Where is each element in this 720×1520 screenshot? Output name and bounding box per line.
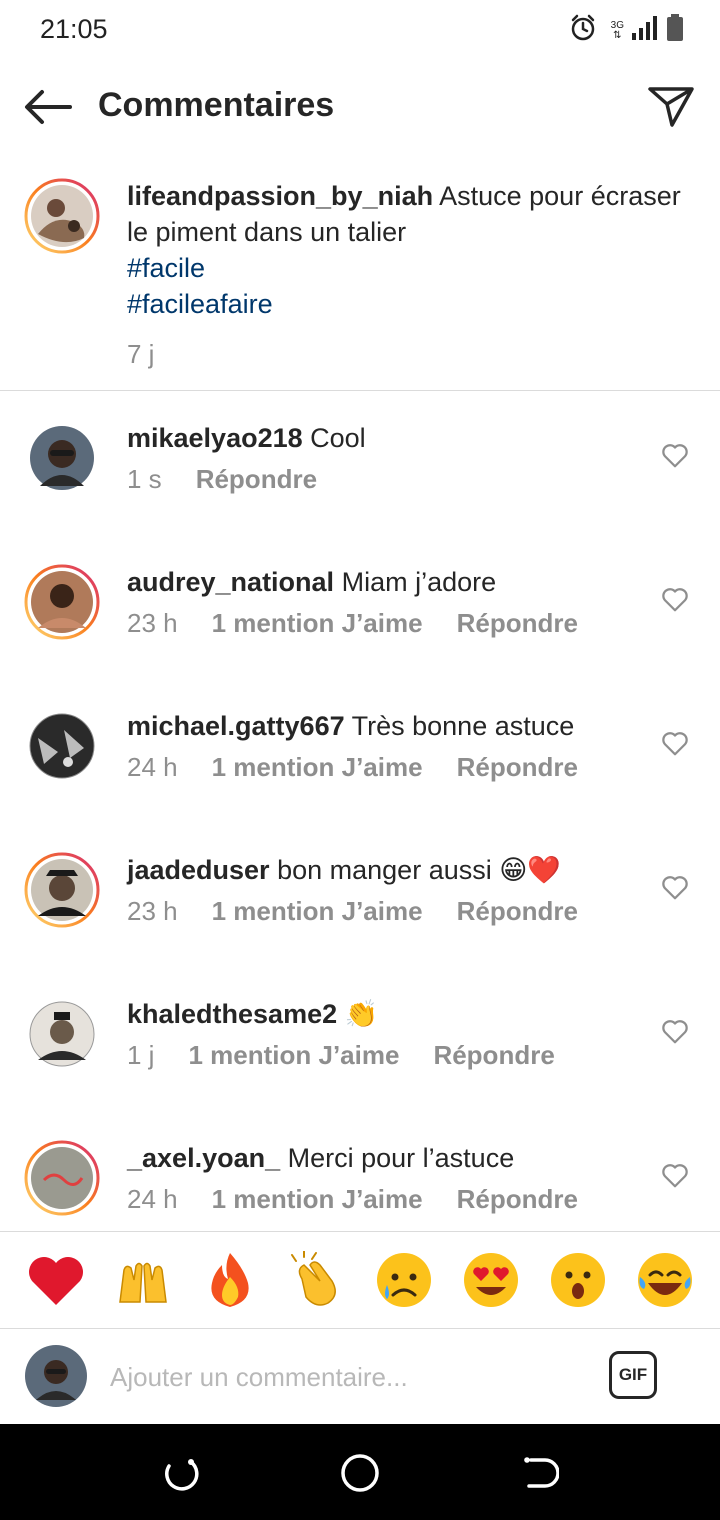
comment-time: 1 s (127, 464, 162, 494)
avatar[interactable] (24, 852, 100, 928)
tears-of-joy-emoji-button[interactable] (635, 1250, 695, 1310)
reply-button[interactable]: Répondre (196, 464, 317, 495)
reaction-bar (0, 1232, 720, 1328)
comment-meta: 23 h 1 mention J’aime Répondre (127, 608, 578, 639)
likes-count[interactable]: 1 mention J’aime (212, 608, 423, 639)
comment-item: audrey_national Miam j’adore 23 h 1 ment… (0, 564, 720, 708)
send-icon[interactable] (646, 82, 696, 132)
comment-body: 👏 (344, 999, 379, 1029)
avatar (24, 1344, 88, 1408)
comment-time: 1 j (127, 1040, 155, 1070)
comment-body: Très bonne astuce (351, 711, 575, 741)
header: Commentaires (0, 62, 720, 152)
network-label: 3G (610, 19, 624, 31)
surprised-face-emoji-button[interactable] (548, 1250, 608, 1310)
alarm-icon (569, 14, 597, 47)
comment-username[interactable]: mikaelyao218 (127, 423, 303, 453)
comment-body: Miam j’adore (341, 567, 497, 597)
comment-body: Merci pour l’astuce (287, 1143, 515, 1173)
likes-count[interactable]: 1 mention J’aime (188, 1040, 399, 1071)
comment-username[interactable]: jaadeduser (127, 855, 270, 885)
comment-text: mikaelyao218 Cool (127, 420, 366, 456)
comment-item: jaadeduser bon manger aussi 😁❤️ 23 h 1 m… (0, 852, 720, 996)
avatar[interactable] (24, 564, 100, 640)
comment-username[interactable]: khaledthesame2 (127, 999, 337, 1029)
status-icons: 3G ⇅ (569, 14, 684, 47)
caption-body: lifeandpassion_by_niah Astuce pour écras… (127, 178, 687, 372)
comment-text: michael.gatty667 Très bonne astuce (127, 708, 574, 744)
heart-icon[interactable] (660, 1016, 690, 1046)
avatar[interactable] (24, 420, 100, 496)
comment-time: 23 h (127, 608, 178, 638)
caption-username[interactable]: lifeandpassion_by_niah (127, 181, 433, 211)
comment-username[interactable]: audrey_national (127, 567, 334, 597)
gif-button[interactable]: GIF (609, 1351, 657, 1399)
comment-time: 24 h (127, 1184, 178, 1214)
heart-eyes-emoji-button[interactable] (461, 1250, 521, 1310)
signal-icon (632, 15, 658, 46)
heart-icon[interactable] (660, 584, 690, 614)
reply-button[interactable]: Répondre (457, 608, 578, 639)
likes-count[interactable]: 1 mention J’aime (212, 896, 423, 927)
comment-meta: 1 j 1 mention J’aime Répondre (127, 1040, 555, 1071)
heart-icon[interactable] (660, 872, 690, 902)
comment-username[interactable]: _axel.yoan_ (127, 1143, 280, 1173)
hashtag[interactable]: #facileafaire (127, 286, 687, 322)
comment-list: mikaelyao218 Cool 1 s Répondre audrey_na… (0, 391, 720, 1231)
comment-body: Cool (310, 423, 366, 453)
comment-item: mikaelyao218 Cool 1 s Répondre (0, 420, 720, 564)
comment-time: 23 h (127, 896, 178, 926)
comment-meta: 1 s Répondre (127, 464, 317, 495)
avatar[interactable] (24, 1140, 100, 1216)
comment-time: 24 h (127, 752, 178, 782)
fire-emoji-button[interactable] (200, 1250, 260, 1310)
reply-button[interactable]: Répondre (457, 752, 578, 783)
comment-meta: 24 h 1 mention J’aime Répondre (127, 1184, 578, 1215)
home-icon[interactable] (337, 1450, 383, 1496)
comment-composer: GIF (0, 1329, 720, 1424)
status-time: 21:05 (40, 14, 108, 44)
comment-text: khaledthesame2 👏 (127, 996, 378, 1032)
hashtag[interactable]: #facile (127, 250, 687, 286)
avatar[interactable] (24, 178, 100, 254)
comment-text: audrey_national Miam j’adore (127, 564, 496, 600)
caption-time: 7 j (127, 339, 155, 369)
recent-apps-icon[interactable] (157, 1450, 203, 1496)
status-bar: 21:05 3G ⇅ (0, 0, 720, 62)
back-arrow-icon[interactable] (22, 84, 74, 130)
post-caption: lifeandpassion_by_niah Astuce pour écras… (0, 178, 720, 390)
page-title: Commentaires (98, 86, 335, 124)
comment-input[interactable] (110, 1357, 580, 1397)
reply-button[interactable]: Répondre (433, 1040, 554, 1071)
reply-button[interactable]: Répondre (457, 896, 578, 927)
system-nav-bar (0, 1424, 720, 1520)
raising-hands-emoji-button[interactable] (113, 1250, 173, 1310)
red-heart-emoji-button[interactable] (26, 1250, 86, 1310)
comment-body: bon manger aussi 😁❤️ (277, 855, 561, 885)
battery-icon (666, 14, 684, 47)
heart-icon[interactable] (660, 1160, 690, 1190)
avatar[interactable] (24, 996, 100, 1072)
comment-text: jaadeduser bon manger aussi 😁❤️ (127, 852, 561, 888)
reply-button[interactable]: Répondre (457, 1184, 578, 1215)
comment-item: _axel.yoan_ Merci pour l’astuce 24 h 1 m… (0, 1140, 720, 1231)
comment-item: michael.gatty667 Très bonne astuce 24 h … (0, 708, 720, 852)
comment-meta: 23 h 1 mention J’aime Répondre (127, 896, 578, 927)
likes-count[interactable]: 1 mention J’aime (212, 1184, 423, 1215)
comment-item: khaledthesame2 👏 1 j 1 mention J’aime Ré… (0, 996, 720, 1140)
heart-icon[interactable] (660, 440, 690, 470)
avatar[interactable] (24, 708, 100, 784)
network-type: 3G ⇅ (610, 19, 624, 41)
back-icon[interactable] (517, 1450, 563, 1496)
screen: 21:05 3G ⇅ Commentaires lifeandpassion_b… (0, 0, 720, 1520)
comment-text: _axel.yoan_ Merci pour l’astuce (127, 1140, 514, 1176)
comment-meta: 24 h 1 mention J’aime Répondre (127, 752, 578, 783)
comment-username[interactable]: michael.gatty667 (127, 711, 345, 741)
sad-face-emoji-button[interactable] (374, 1250, 434, 1310)
clapping-hands-emoji-button[interactable] (287, 1250, 347, 1310)
network-arrows: ⇅ (613, 29, 622, 41)
heart-icon[interactable] (660, 728, 690, 758)
likes-count[interactable]: 1 mention J’aime (212, 752, 423, 783)
